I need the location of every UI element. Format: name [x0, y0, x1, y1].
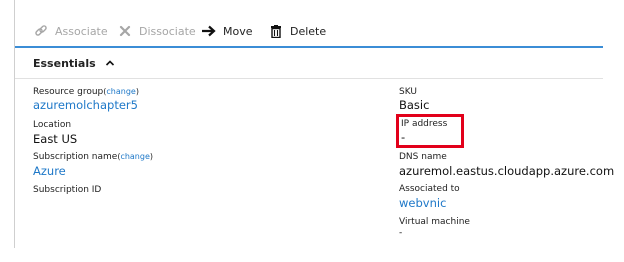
trash-icon	[268, 23, 284, 39]
associate-label: Associate	[55, 24, 108, 38]
dissociate-label: Dissociate	[139, 24, 196, 38]
subscription-name-value[interactable]: Azure	[33, 164, 66, 178]
move-label: Move	[223, 24, 253, 38]
subscription-name-label: Subscription name	[33, 152, 118, 162]
dissociate-button[interactable]: Dissociate	[117, 21, 196, 41]
command-bar: Associate Dissociate Move Delete	[15, 0, 603, 48]
essentials-toggle[interactable]: Essentials	[33, 57, 115, 70]
essentials-header: Essentials	[15, 48, 603, 79]
resource-group-change-link[interactable]: change	[106, 87, 135, 96]
dns-name-label: DNS name	[399, 152, 447, 162]
chevron-up-icon	[105, 58, 115, 68]
subscription-id-label: Subscription ID	[33, 185, 102, 195]
virtual-machine-label: Virtual machine	[399, 217, 470, 227]
virtual-machine-value: -	[399, 228, 403, 238]
associated-to-label: Associated to	[399, 184, 460, 194]
close-icon	[117, 23, 133, 39]
dns-name-value: azuremol.eastus.cloudapp.azure.com	[399, 164, 615, 178]
location-label: Location	[33, 120, 72, 130]
resource-group-label: Resource group	[33, 87, 104, 97]
arrow-right-icon	[201, 23, 217, 39]
subscription-change-link[interactable]: change	[120, 152, 149, 161]
paren-close: )	[135, 87, 139, 96]
link-icon	[33, 23, 49, 39]
location-value: East US	[33, 132, 78, 146]
resource-group-value[interactable]: azuremolchapter5	[33, 98, 138, 112]
resource-blade: Associate Dissociate Move Delete Essenti…	[14, 0, 614, 248]
sku-label: SKU	[399, 87, 417, 97]
subscription-name-label-row: Subscription name(change)	[33, 152, 153, 162]
sku-value: Basic	[399, 98, 430, 112]
paren-close: )	[149, 152, 154, 161]
associated-to-value[interactable]: webvnic	[399, 196, 446, 210]
delete-button[interactable]: Delete	[268, 21, 326, 41]
move-button[interactable]: Move	[201, 21, 253, 41]
ip-address-highlight	[396, 114, 464, 148]
resource-group-label-row: Resource group(change)	[33, 87, 139, 97]
essentials-title: Essentials	[33, 56, 96, 70]
associate-button[interactable]: Associate	[33, 21, 108, 41]
delete-label: Delete	[290, 24, 327, 38]
